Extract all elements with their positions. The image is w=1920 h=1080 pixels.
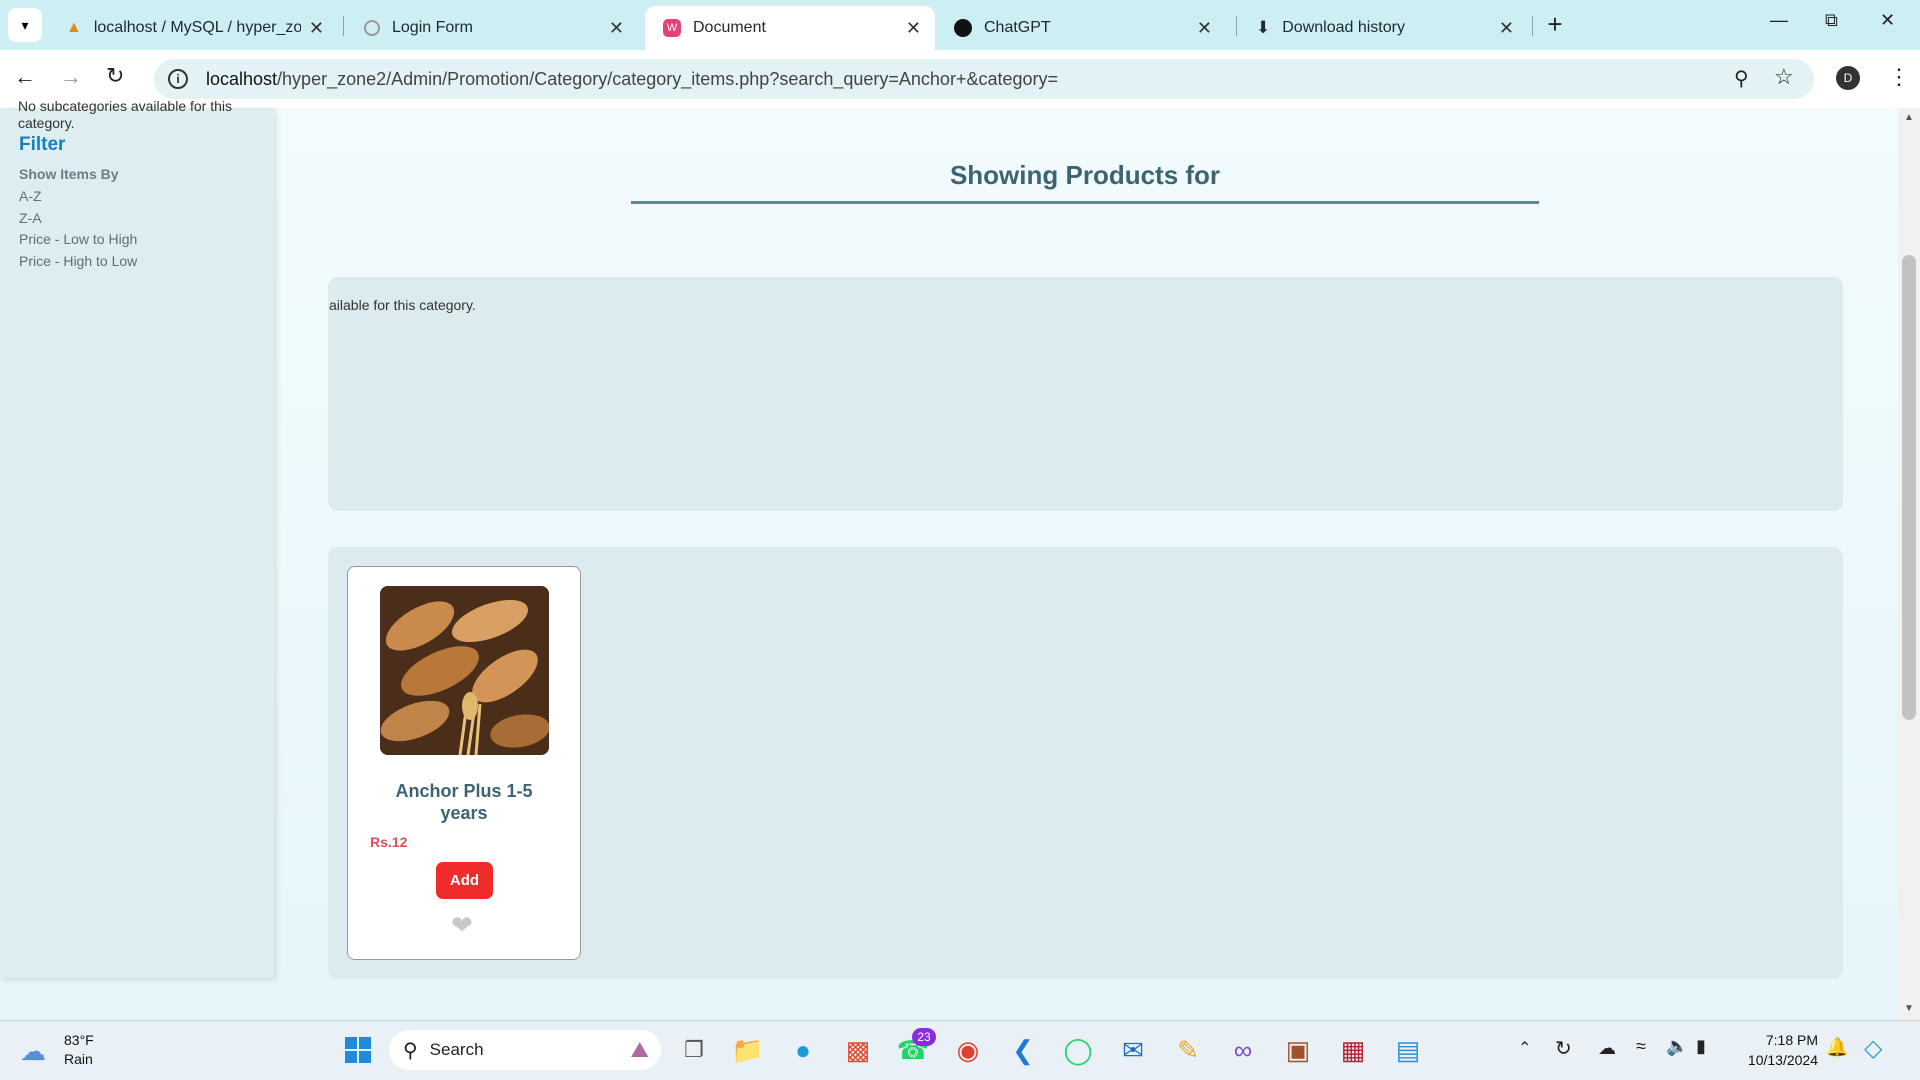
volume-muted-icon[interactable]: 🔈 — [1666, 1036, 1688, 1057]
close-icon[interactable]: ✕ — [906, 18, 921, 39]
tab-document[interactable]: W Document ✕ — [645, 6, 935, 50]
rain-cloud-icon: ☁ — [20, 1036, 46, 1066]
taskbar-search[interactable]: ⚲ Search ⛰ — [389, 1030, 661, 1070]
zoom-icon[interactable]: ⚲ — [1734, 66, 1749, 91]
back-button[interactable]: ← — [14, 64, 36, 90]
app-icon[interactable]: ▣ — [1278, 1030, 1318, 1070]
product-image — [380, 586, 549, 755]
sort-option-price-high-low[interactable]: Price - High to Low — [19, 253, 137, 269]
page-title: Showing Products for — [949, 160, 1221, 190]
tab-title: ChatGPT — [984, 19, 1051, 36]
window-close-button[interactable]: ✕ — [1880, 10, 1895, 31]
tab-title: Document — [693, 19, 766, 36]
product-price: Rs.12 — [370, 834, 408, 850]
tab-chatgpt[interactable]: ChatGPT ✕ — [936, 6, 1226, 50]
scroll-down-arrow-icon[interactable]: ▼ — [1904, 1003, 1914, 1014]
sort-option-a-z[interactable]: A-Z — [19, 188, 42, 204]
scrollbar-thumb[interactable] — [1902, 255, 1916, 720]
menu-kebab-icon[interactable]: ⋮ — [1888, 64, 1910, 90]
title-underline — [631, 201, 1539, 204]
product-name: Anchor Plus 1-5 years — [395, 781, 533, 823]
task-view-icon[interactable]: ❐ — [674, 1030, 714, 1070]
notepad-icon[interactable]: ▤ — [1388, 1030, 1428, 1070]
document-icon: W — [663, 19, 681, 37]
search-icon: ⚲ — [403, 1039, 418, 1062]
url-host: localhost — [206, 68, 278, 89]
new-tab-button[interactable]: + — [1540, 10, 1570, 40]
tab-search-button[interactable]: ▾ — [8, 8, 42, 42]
loading-icon — [364, 20, 380, 36]
wifi-icon[interactable]: ≈ — [1636, 1036, 1646, 1057]
close-icon[interactable]: ✕ — [309, 18, 324, 39]
subcategory-empty-text: ailable for this category. — [329, 297, 476, 313]
windows-start-icon[interactable] — [338, 1030, 378, 1070]
clock[interactable]: 7:18 PM 10/13/2024 — [1728, 1030, 1818, 1070]
winrar-icon[interactable]: ▦ — [1333, 1030, 1373, 1070]
close-icon[interactable]: ✕ — [1499, 18, 1514, 39]
filter-title: Filter — [19, 134, 66, 155]
whatsapp-desktop-icon[interactable]: ◯ — [1058, 1030, 1098, 1070]
scroll-up-arrow-icon[interactable]: ▲ — [1904, 112, 1914, 123]
search-highlight-icon: ⛰ — [630, 1037, 649, 1062]
minimize-button[interactable]: — — [1770, 10, 1788, 31]
microsoft-store-icon[interactable]: ▩ — [838, 1030, 878, 1070]
phpmyadmin-icon: ▲ — [66, 19, 82, 36]
site-info-icon[interactable]: i — [168, 69, 188, 89]
heart-icon[interactable]: ❤ — [451, 910, 473, 941]
notification-badge: 23 — [912, 1028, 936, 1046]
outlook-icon[interactable]: ✉ — [1113, 1030, 1153, 1070]
edge-icon[interactable]: ● — [783, 1030, 823, 1070]
chevron-down-icon: ▾ — [21, 16, 29, 33]
tab-phpmyadmin[interactable]: ▲ localhost / MySQL / hyper_zone ✕ — [48, 6, 338, 50]
tab-login-form[interactable]: Login Form ✕ — [346, 6, 638, 50]
chrome-icon[interactable]: ◉ — [948, 1030, 988, 1070]
plus-icon: + — [1547, 9, 1563, 39]
url-path: /hyper_zone2/Admin/Promotion/Category/ca… — [277, 68, 1058, 89]
no-subcategories-text: No subcategories available for this cate… — [18, 98, 233, 131]
close-icon[interactable]: ✕ — [1197, 18, 1212, 39]
weather-widget[interactable]: ☁ 83°F Rain — [20, 1030, 140, 1072]
tab-title: Download history — [1282, 19, 1405, 36]
visual-studio-icon[interactable]: ∞ — [1223, 1030, 1263, 1070]
chatgpt-icon — [954, 19, 972, 37]
sort-option-z-a[interactable]: Z-A — [19, 210, 42, 226]
restore-button[interactable]: ⧉ — [1825, 10, 1838, 31]
vscode-icon[interactable]: ❮ — [1003, 1030, 1043, 1070]
copilot-icon[interactable]: ◇ — [1864, 1034, 1882, 1063]
bookmark-star-icon[interactable]: ☆ — [1774, 64, 1794, 90]
address-bar[interactable]: i localhost/hyper_zone2/Admin/Promotion/… — [154, 59, 1814, 99]
sort-option-price-low-high[interactable]: Price - Low to High — [19, 231, 137, 247]
show-items-by-label: Show Items By — [19, 166, 119, 182]
battery-icon[interactable]: ▮ — [1696, 1036, 1706, 1057]
reload-button[interactable]: ↻ — [106, 63, 124, 89]
forward-button[interactable]: → — [60, 64, 82, 90]
subcategory-panel — [328, 277, 1843, 511]
profile-avatar[interactable]: D — [1836, 66, 1860, 90]
onedrive-icon[interactable]: ☁ — [1598, 1038, 1616, 1059]
show-hidden-icons-icon[interactable]: ⌃ — [1518, 1038, 1531, 1058]
close-icon[interactable]: ✕ — [609, 18, 624, 39]
sync-icon[interactable]: ↻ — [1555, 1036, 1572, 1061]
tab-title: localhost / MySQL / hyper_zone — [93, 19, 301, 36]
notification-bell-icon[interactable]: 🔔 — [1826, 1037, 1848, 1058]
paint-icon[interactable]: ✎ — [1168, 1030, 1208, 1070]
add-to-cart-button[interactable]: Add — [436, 862, 493, 899]
download-icon: ⬇ — [1256, 18, 1271, 37]
tab-download-history[interactable]: ⬇ Download history ✕ — [1238, 6, 1528, 50]
tab-title: Login Form — [392, 19, 473, 36]
file-explorer-icon[interactable]: 📁 — [728, 1030, 768, 1070]
